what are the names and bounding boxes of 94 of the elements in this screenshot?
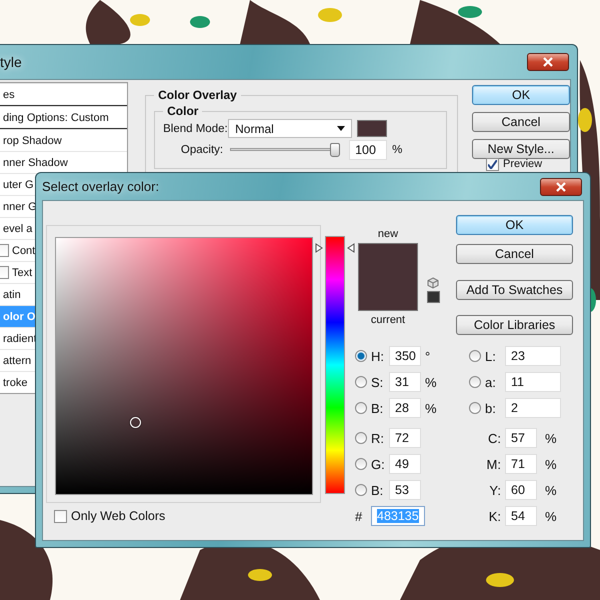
close-icon <box>555 182 567 192</box>
dialog-button[interactable]: Color Libraries <box>456 315 573 335</box>
hex-label: # <box>355 508 364 524</box>
hue-slider[interactable] <box>315 236 355 494</box>
checkbox[interactable] <box>486 158 499 171</box>
style-item[interactable]: ding Options: Custom <box>0 106 128 129</box>
dialog-button[interactable]: Add To Swatches <box>456 280 573 300</box>
close-icon <box>542 57 554 67</box>
style-label: troke <box>3 376 28 388</box>
field-label: L: <box>485 348 497 364</box>
value-field[interactable]: 72 <box>389 428 421 448</box>
radio-button[interactable] <box>355 458 367 470</box>
unit-label: % <box>425 400 437 416</box>
radio-button[interactable] <box>469 402 481 414</box>
unit-label: ° <box>425 348 430 364</box>
unit-label: % <box>545 508 557 524</box>
dialog-button[interactable]: OK <box>472 85 570 105</box>
color-preview-swatch <box>358 243 418 311</box>
value-field[interactable]: 28 <box>389 398 421 418</box>
opacity-slider[interactable] <box>230 142 340 158</box>
radio-button[interactable] <box>355 376 367 388</box>
field-label: B: <box>371 482 384 498</box>
field-label: M: <box>486 456 501 472</box>
window-title: tyle <box>0 54 22 70</box>
value-field[interactable]: 54 <box>505 506 537 526</box>
style-label: ding Options: Custom <box>3 112 109 124</box>
style-label: rop Shadow <box>3 134 62 146</box>
value-field[interactable]: 11 <box>505 372 561 392</box>
dialog-button[interactable]: Cancel <box>456 244 573 264</box>
section-title: Color Overlay <box>157 88 238 102</box>
value-field[interactable]: 23 <box>505 346 561 366</box>
close-button[interactable] <box>527 53 569 71</box>
percent-label: % <box>392 144 402 156</box>
field-label: b: <box>485 400 497 416</box>
color-marker-icon[interactable] <box>130 417 142 428</box>
checkmark-icon <box>488 160 497 169</box>
unit-label: % <box>545 430 557 446</box>
dialog-button[interactable]: New Style... <box>472 139 570 159</box>
style-item[interactable]: es <box>0 83 128 106</box>
style-label: evel a <box>3 222 32 234</box>
web-safe-swatch[interactable] <box>426 291 440 303</box>
close-button[interactable] <box>540 178 582 196</box>
new-label: new <box>378 228 398 240</box>
style-label: attern <box>3 354 32 366</box>
field-label: Y: <box>488 482 501 498</box>
checkbox[interactable] <box>54 510 67 522</box>
value-field[interactable]: 2 <box>505 398 561 418</box>
style-label: nner Shadow <box>3 156 68 168</box>
radio-button[interactable] <box>355 484 367 496</box>
field-label: S: <box>371 374 384 390</box>
field-label: H: <box>371 348 385 364</box>
style-label: Text <box>12 266 32 278</box>
dialog-button[interactable]: Cancel <box>472 112 570 132</box>
radio-button[interactable] <box>469 350 481 362</box>
value-field[interactable]: 57 <box>505 428 537 448</box>
radio-button[interactable] <box>355 432 367 444</box>
blend-mode-dropdown[interactable]: Normal <box>228 119 352 138</box>
opacity-field[interactable]: 100 <box>349 140 388 160</box>
field-label: C: <box>487 430 501 446</box>
style-label: Cont <box>12 244 36 256</box>
window-title: Select overlay color: <box>42 179 160 194</box>
slider-thumb[interactable] <box>330 142 340 156</box>
field-label: a: <box>485 374 497 390</box>
value-field[interactable]: 350 <box>389 346 421 366</box>
field-label: K: <box>488 508 501 524</box>
value-field[interactable]: 53 <box>389 480 421 500</box>
current-label: current <box>370 314 406 326</box>
value-field[interactable]: 71 <box>505 454 537 474</box>
web-colors-label: Only Web Colors <box>71 509 166 523</box>
field-label: R: <box>371 430 385 446</box>
caret-icon <box>337 126 346 131</box>
radio-button[interactable] <box>469 376 481 388</box>
cube-icon[interactable] <box>427 277 439 289</box>
preview-label: Preview <box>503 159 542 170</box>
radio-button[interactable] <box>355 350 367 362</box>
unit-label: % <box>545 482 557 498</box>
value-field[interactable]: 60 <box>505 480 537 500</box>
style-label: uter G <box>3 178 34 190</box>
group-title: Color <box>166 104 200 118</box>
style-label: olor O <box>3 310 36 322</box>
value-field[interactable]: 31 <box>389 372 421 392</box>
color-swatch[interactable] <box>357 120 388 137</box>
unit-label: % <box>545 456 557 472</box>
field-label: B: <box>371 400 384 416</box>
unit-label: % <box>425 374 437 390</box>
dialog-button[interactable]: OK <box>456 215 573 235</box>
color-field[interactable] <box>55 237 313 495</box>
style-label: es <box>3 88 15 100</box>
style-label: atin <box>3 288 21 300</box>
value-field[interactable]: 49 <box>389 454 421 474</box>
field-label: G: <box>371 456 385 472</box>
opacity-label: Opacity: <box>180 144 224 156</box>
hue-slider-handle[interactable] <box>315 243 355 254</box>
radio-button[interactable] <box>355 402 367 414</box>
